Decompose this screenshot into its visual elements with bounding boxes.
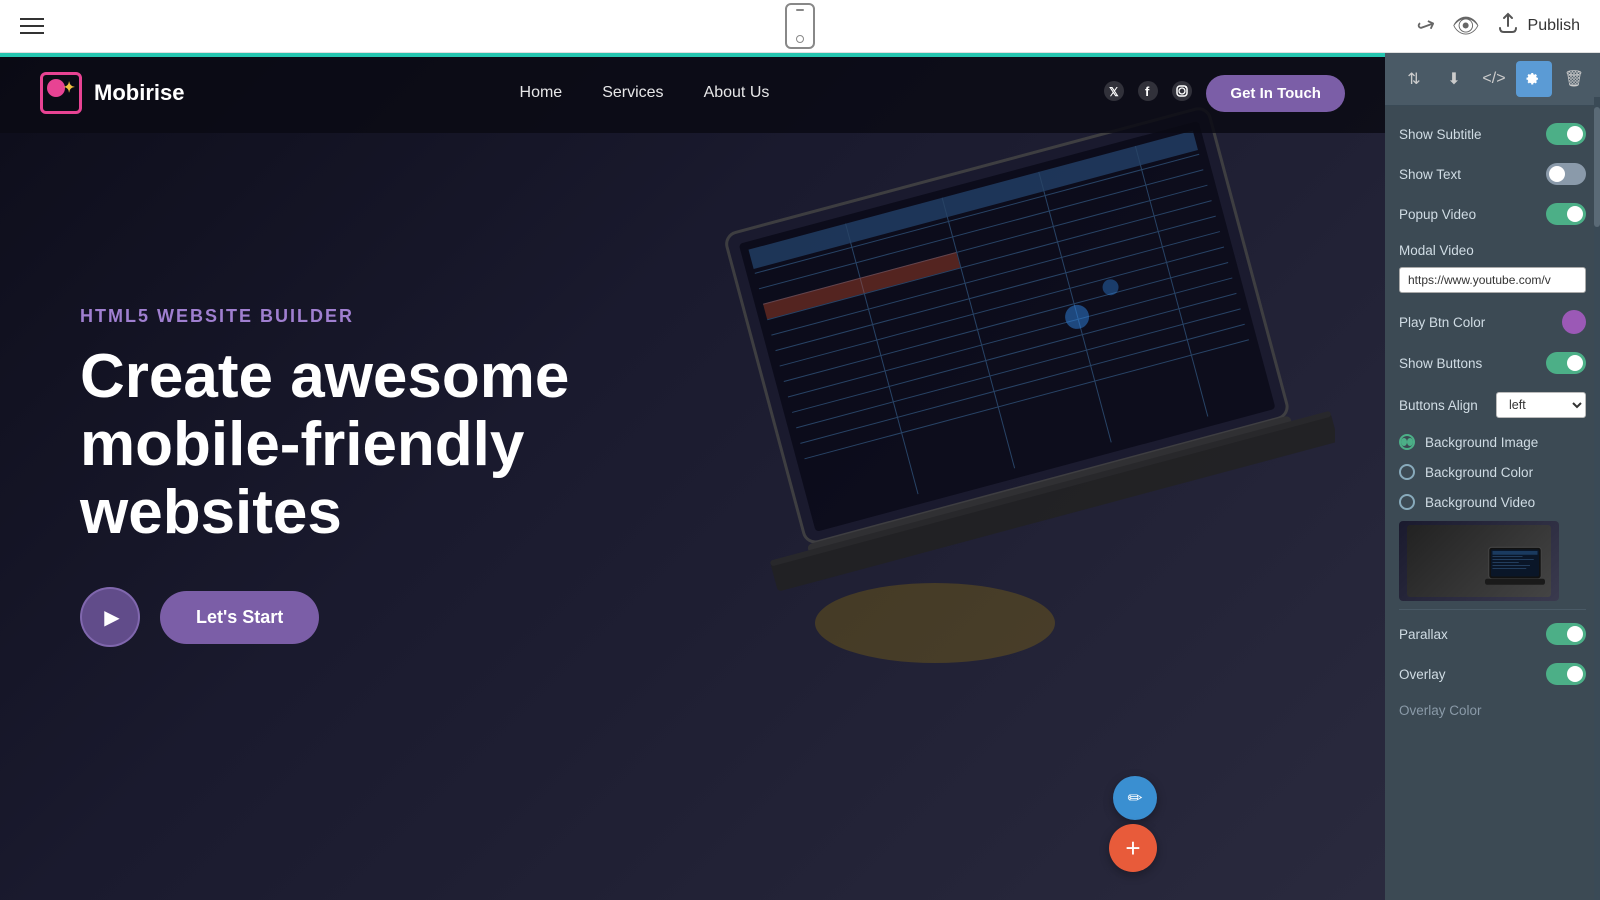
- overlay-label: Overlay: [1399, 667, 1546, 682]
- show-text-row: Show Text: [1385, 154, 1600, 194]
- hero-title: Create awesome mobile-friendly websites: [80, 343, 680, 548]
- hero-section: ✦ Mobirise Home Services About Us 𝕏: [0, 53, 1385, 900]
- hero-subtitle: HTML5 WEBSITE BUILDER: [80, 306, 680, 327]
- toolbar-left: [20, 18, 44, 34]
- toolbar-right: ↩ 👁 Publish: [1417, 12, 1580, 40]
- nav-link-services[interactable]: Services: [602, 84, 663, 102]
- svg-text:f: f: [1145, 84, 1150, 99]
- popup-video-label: Popup Video: [1399, 207, 1546, 222]
- lets-start-button[interactable]: Let's Start: [160, 591, 319, 644]
- panel-download-button[interactable]: ⬇: [1436, 61, 1472, 97]
- nav-link-home[interactable]: Home: [520, 84, 563, 102]
- background-image-radio[interactable]: [1399, 434, 1415, 450]
- parallax-label: Parallax: [1399, 627, 1546, 642]
- brand-star-icon: ✦: [63, 79, 75, 96]
- background-video-row[interactable]: Background Video: [1385, 487, 1600, 517]
- panel-sort-button[interactable]: ⇅: [1396, 61, 1432, 97]
- panel-toolbar: ⇅ ⬇ </> 🗑: [1385, 53, 1600, 106]
- show-subtitle-row: Show Subtitle: [1385, 114, 1600, 154]
- background-video-radio[interactable]: [1399, 494, 1415, 510]
- divider: [1399, 609, 1586, 610]
- panel-code-button[interactable]: </>: [1476, 61, 1512, 97]
- facebook-icon[interactable]: f: [1138, 81, 1158, 106]
- publish-label: Publish: [1528, 17, 1580, 35]
- modal-video-label: Modal Video: [1399, 243, 1586, 258]
- background-thumbnail[interactable]: [1399, 521, 1559, 601]
- popup-video-toggle[interactable]: [1546, 203, 1586, 225]
- show-subtitle-label: Show Subtitle: [1399, 127, 1546, 142]
- brand-logo-area: ✦ Mobirise: [40, 72, 184, 114]
- background-image-label: Background Image: [1425, 435, 1538, 450]
- panel-scrollbar[interactable]: [1594, 97, 1600, 900]
- hero-content: HTML5 WEBSITE BUILDER Create awesome mob…: [80, 306, 680, 648]
- undo-button[interactable]: ↩: [1413, 11, 1439, 42]
- panel-delete-button[interactable]: 🗑: [1556, 61, 1592, 97]
- plus-icon: +: [1125, 833, 1140, 864]
- preview-button[interactable]: 👁: [1452, 13, 1480, 39]
- hamburger-menu-button[interactable]: [20, 18, 44, 34]
- background-video-label: Background Video: [1425, 495, 1535, 510]
- overlay-color-label: Overlay Color: [1399, 703, 1586, 718]
- show-text-toggle[interactable]: [1546, 163, 1586, 185]
- site-preview: ✦ Mobirise Home Services About Us 𝕏: [0, 53, 1385, 900]
- show-buttons-row: Show Buttons: [1385, 343, 1600, 383]
- modal-video-input[interactable]: [1399, 267, 1586, 293]
- play-btn-color-row: Play Btn Color: [1385, 301, 1600, 343]
- parallax-toggle[interactable]: [1546, 623, 1586, 645]
- teal-accent-border: [0, 53, 1385, 57]
- panel-scroll-area[interactable]: Show Subtitle Show Text Popup Video Moda…: [1385, 106, 1600, 900]
- play-triangle-icon: ▶: [104, 605, 119, 630]
- overlay-row: Overlay: [1385, 654, 1600, 694]
- settings-panel: ⇅ ⬇ </> 🗑 Show Subtitle Show Text Popup …: [1385, 53, 1600, 900]
- buttons-align-label: Buttons Align: [1399, 398, 1496, 413]
- panel-settings-button[interactable]: [1516, 61, 1552, 97]
- parallax-row: Parallax: [1385, 614, 1600, 654]
- show-subtitle-toggle[interactable]: [1546, 123, 1586, 145]
- nav-links: Home Services About Us: [520, 84, 770, 102]
- svg-text:𝕏: 𝕏: [1109, 85, 1119, 99]
- play-btn-color-label: Play Btn Color: [1399, 315, 1562, 330]
- fab-edit-button[interactable]: ✏: [1113, 776, 1157, 820]
- show-text-label: Show Text: [1399, 167, 1546, 182]
- fab-add-button[interactable]: +: [1109, 824, 1157, 872]
- overlay-color-row: Overlay Color: [1385, 694, 1600, 727]
- instagram-icon[interactable]: [1172, 81, 1192, 106]
- background-color-radio[interactable]: [1399, 464, 1415, 480]
- buttons-align-select[interactable]: left center right: [1496, 392, 1586, 418]
- brand-logo-icon: ✦: [40, 72, 82, 114]
- top-toolbar: ↩ 👁 Publish: [0, 0, 1600, 53]
- site-navigation: ✦ Mobirise Home Services About Us 𝕏: [0, 53, 1385, 133]
- modal-video-input-wrapper: [1385, 267, 1600, 301]
- hero-buttons: ▶ Let's Start: [80, 587, 680, 647]
- cta-button[interactable]: Get In Touch: [1206, 75, 1345, 112]
- panel-scrollbar-thumb[interactable]: [1594, 107, 1600, 227]
- pencil-icon: ✏: [1127, 788, 1142, 809]
- play-btn-color-swatch[interactable]: [1562, 310, 1586, 334]
- nav-link-about[interactable]: About Us: [704, 84, 770, 102]
- brand-name: Mobirise: [94, 80, 184, 106]
- thumbnail-inner: [1407, 525, 1551, 597]
- publish-icon: [1496, 12, 1520, 40]
- thumbnail-laptop-icon: [1485, 541, 1545, 591]
- buttons-align-row: Buttons Align left center right: [1385, 383, 1600, 427]
- play-video-button[interactable]: ▶: [80, 587, 140, 647]
- background-color-row[interactable]: Background Color: [1385, 457, 1600, 487]
- nav-right-area: 𝕏 f Get In Touch: [1104, 75, 1345, 112]
- publish-button[interactable]: Publish: [1496, 12, 1580, 40]
- modal-video-row: Modal Video: [1385, 234, 1600, 267]
- popup-video-row: Popup Video: [1385, 194, 1600, 234]
- twitter-icon[interactable]: 𝕏: [1104, 81, 1124, 106]
- background-image-row[interactable]: Background Image: [1385, 427, 1600, 457]
- canvas-wrapper: ✦ Mobirise Home Services About Us 𝕏: [0, 53, 1600, 900]
- show-buttons-label: Show Buttons: [1399, 356, 1546, 371]
- hero-laptop-image: [715, 103, 1335, 683]
- background-color-label: Background Color: [1425, 465, 1533, 480]
- overlay-toggle[interactable]: [1546, 663, 1586, 685]
- toolbar-center: [785, 3, 815, 49]
- mobile-preview-button[interactable]: [785, 3, 815, 49]
- show-buttons-toggle[interactable]: [1546, 352, 1586, 374]
